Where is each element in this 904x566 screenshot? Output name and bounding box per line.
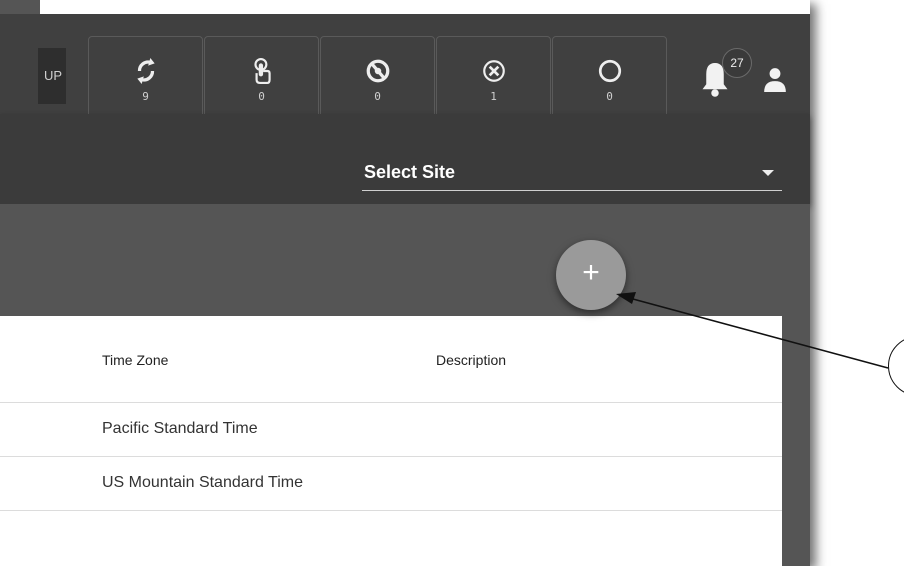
chevron-down-icon <box>762 170 774 176</box>
table-row[interactable]: Pacific Standard Time <box>0 402 782 457</box>
refresh-icon <box>136 57 155 84</box>
counter-refresh[interactable]: 9 <box>88 36 203 124</box>
group-button[interactable]: UP <box>38 48 66 104</box>
error-icon <box>482 59 505 82</box>
column-header-description[interactable]: Description <box>436 352 506 368</box>
content-header <box>0 204 810 316</box>
counter-error[interactable]: 1 <box>436 36 551 124</box>
counter-error-value: 1 <box>490 89 497 103</box>
counter-circle[interactable]: 0 <box>552 36 667 124</box>
site-bar: Select Site <box>0 114 810 204</box>
right-strip <box>782 316 810 566</box>
callout-marker: 1 <box>888 336 904 396</box>
counter-disabled-value: 0 <box>374 89 381 103</box>
counter-disabled[interactable]: 0 <box>320 36 435 124</box>
column-header-time-zone[interactable]: Time Zone <box>102 352 168 368</box>
table-row[interactable]: US Mountain Standard Time <box>0 456 782 511</box>
time-zone-cell: US Mountain Standard Time <box>102 474 303 491</box>
counter-touch-value: 0 <box>258 89 265 103</box>
add-button[interactable]: + <box>556 240 626 310</box>
counter-touch[interactable]: 0 <box>204 36 319 124</box>
counter-circle-value: 0 <box>606 89 613 103</box>
app-window: UP 9 0 0 1 0 27 Select Site Time Zone De… <box>0 0 810 566</box>
user-icon[interactable] <box>762 66 788 92</box>
site-select-label: Select Site <box>364 162 456 182</box>
circle-icon <box>598 59 621 82</box>
top-bar: UP 9 0 0 1 0 27 <box>0 14 810 124</box>
time-zone-table: Time Zone Description Pacific Standard T… <box>0 316 782 566</box>
site-select-dropdown[interactable]: Select Site <box>362 158 782 191</box>
counter-refresh-value: 9 <box>142 89 149 103</box>
disabled-icon <box>366 59 389 82</box>
status-counters: 9 0 0 1 0 <box>88 36 668 124</box>
touch-icon <box>253 57 271 84</box>
table-header-row: Time Zone Description <box>0 316 782 403</box>
notification-badge: 27 <box>722 48 752 78</box>
time-zone-cell: Pacific Standard Time <box>102 420 258 437</box>
